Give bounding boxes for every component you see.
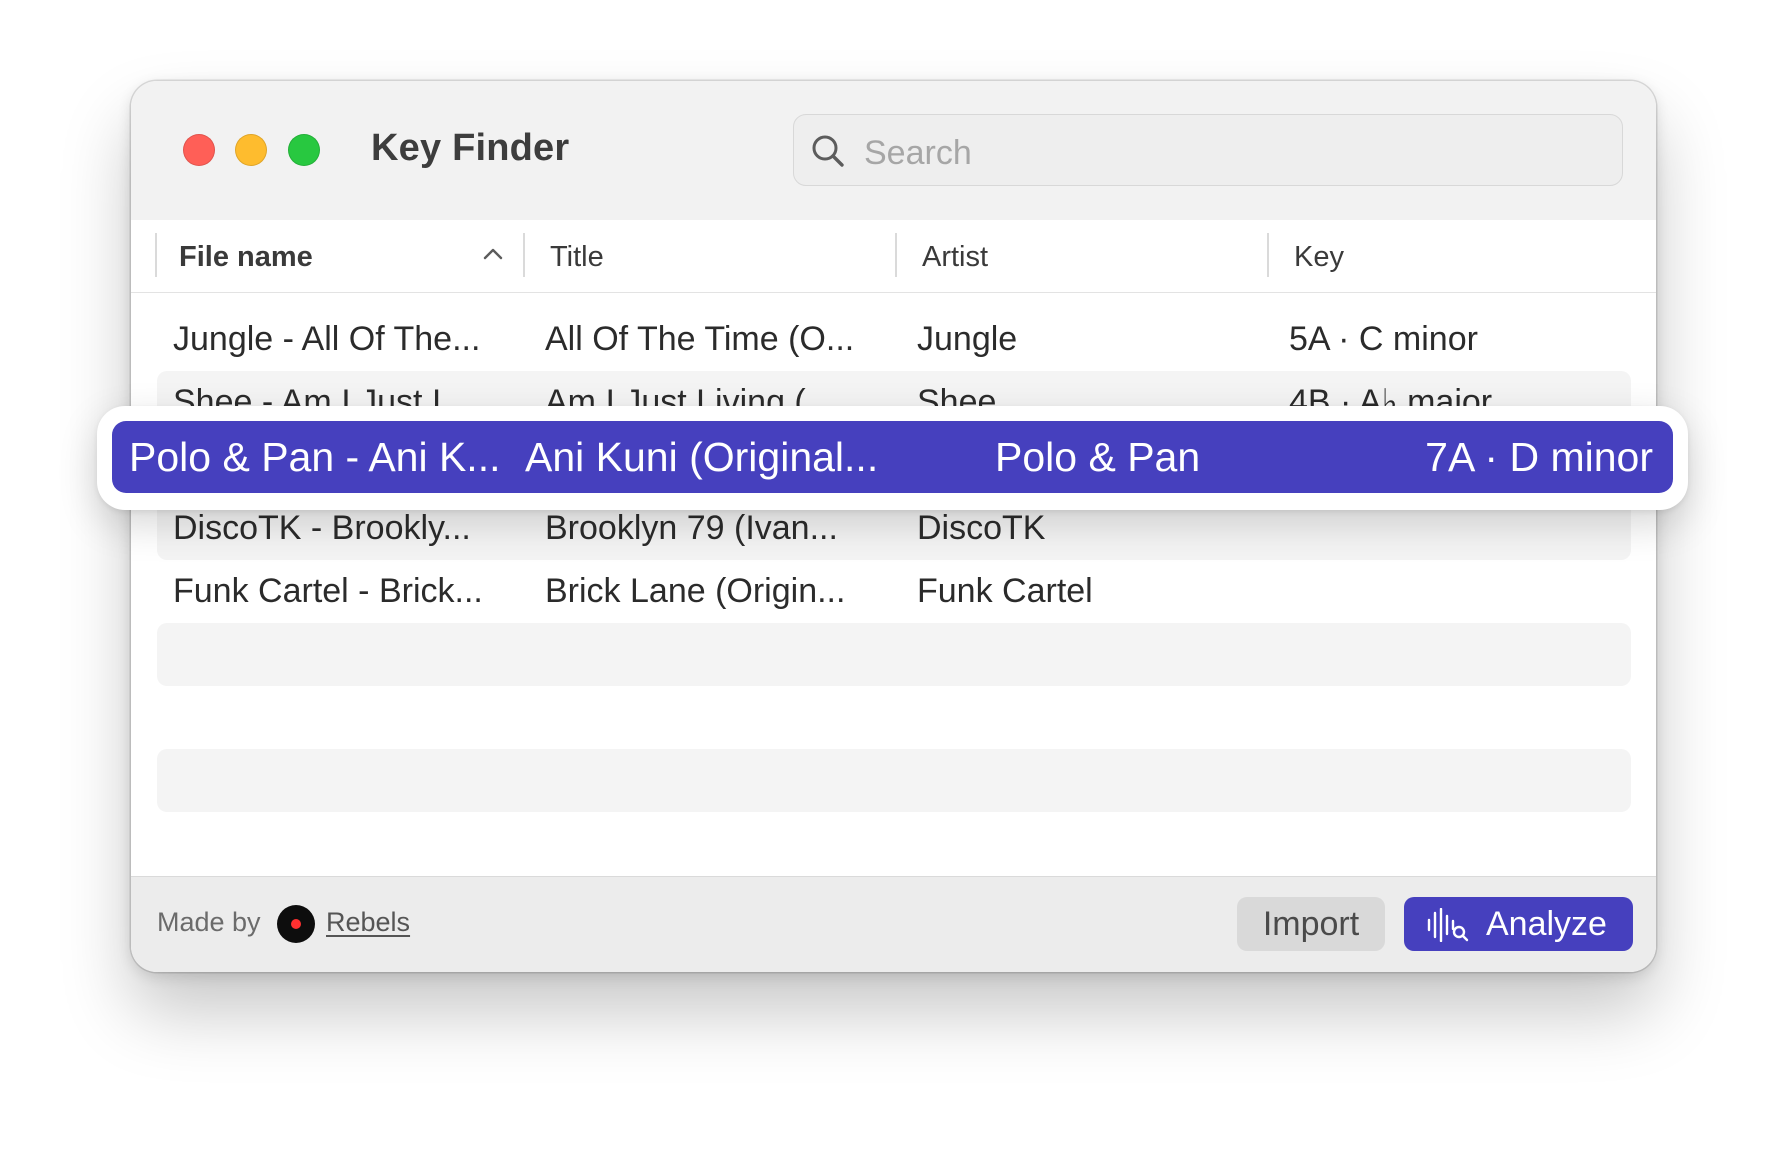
- search-icon: [812, 135, 844, 167]
- column-divider[interactable]: [1267, 233, 1269, 277]
- footer-bar: Made by Rebels Import Analyze: [131, 876, 1656, 972]
- column-header-key[interactable]: Key: [1294, 236, 1344, 278]
- column-divider: [155, 233, 157, 277]
- import-button[interactable]: Import: [1237, 897, 1385, 951]
- table-header: File name Title Artist Key: [131, 220, 1656, 293]
- window-title: Key Finder: [371, 127, 570, 169]
- selected-cell-artist: Polo & Pan: [995, 434, 1201, 480]
- selected-row-popout[interactable]: Polo & Pan - Ani K... Ani Kuni (Original…: [97, 406, 1688, 510]
- empty-row: [157, 623, 1631, 686]
- app-window: Key Finder Search File name Title Artist…: [131, 81, 1656, 972]
- cell-key: [1289, 506, 1609, 550]
- table-row[interactable]: Funk Cartel - Brick... Brick Lane (Origi…: [157, 560, 1631, 623]
- cell-title: Brick Lane (Origin...: [545, 572, 846, 610]
- cell-file-name: Funk Cartel - Brick...: [173, 572, 483, 610]
- selected-row[interactable]: Polo & Pan - Ani K... Ani Kuni (Original…: [112, 421, 1673, 493]
- stage: Key Finder Search File name Title Artist…: [0, 0, 1786, 1150]
- zoom-button[interactable]: [288, 134, 320, 166]
- cell-title: All Of The Time (O...: [545, 320, 855, 358]
- cell-key: 5A · C minor: [1289, 320, 1478, 358]
- column-divider[interactable]: [523, 233, 525, 277]
- cell-key: [1289, 569, 1609, 613]
- cell-file-name: DiscoTK - Brookly...: [173, 509, 471, 547]
- waveform-search-icon: [1427, 908, 1469, 942]
- table-row[interactable]: Jungle - All Of The... All Of The Time (…: [157, 308, 1631, 371]
- cell-title: Brooklyn 79 (Ivan...: [545, 509, 838, 547]
- cell-artist: Funk Cartel: [917, 572, 1093, 610]
- search-placeholder: Search: [864, 134, 972, 172]
- cell-artist: DiscoTK: [917, 509, 1046, 547]
- made-by-label: Made by: [157, 907, 261, 937]
- column-header-artist[interactable]: Artist: [922, 236, 988, 278]
- selected-cell-file-name: Polo & Pan - Ani K...: [129, 434, 501, 480]
- column-header-title[interactable]: Title: [550, 236, 604, 278]
- column-header-file-name[interactable]: File name: [179, 236, 313, 278]
- cell-artist: Jungle: [917, 320, 1018, 358]
- empty-row: [157, 749, 1631, 812]
- column-divider[interactable]: [895, 233, 897, 277]
- analyze-button[interactable]: Analyze: [1404, 897, 1633, 951]
- selected-cell-title: Ani Kuni (Original...: [525, 434, 879, 480]
- minimize-button[interactable]: [235, 134, 267, 166]
- rebels-logo-icon: [277, 905, 315, 943]
- selected-cell-key: 7A · D minor: [1425, 434, 1653, 480]
- close-button[interactable]: [183, 134, 215, 166]
- cell-file-name: Jungle - All Of The...: [173, 320, 481, 358]
- chevron-up-icon[interactable]: [482, 247, 504, 261]
- analyze-label: Analyze: [1486, 905, 1607, 943]
- search-field[interactable]: Search: [793, 114, 1623, 186]
- rebels-link[interactable]: Rebels: [326, 907, 410, 938]
- title-bar: Key Finder Search: [131, 81, 1656, 221]
